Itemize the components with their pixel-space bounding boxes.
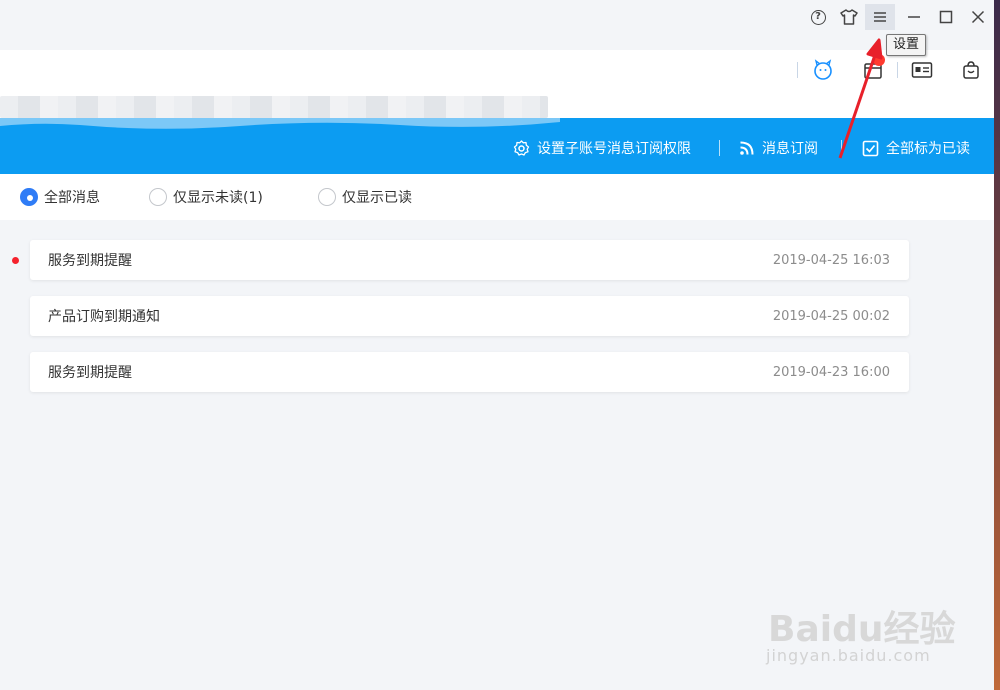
- maximize-icon: [939, 10, 953, 24]
- help-icon: ?: [810, 9, 826, 25]
- filter-unread-label: 仅显示未读(1): [173, 190, 263, 206]
- app-window: ? 设置子账号消息订阅权限 消息订阅 全部标为已读 全部消息 仅显示未读(1) …: [0, 0, 994, 690]
- message-time: 2019-04-25 16:03: [772, 252, 890, 268]
- wave-decoration: [0, 118, 560, 129]
- message-title: 服务到期提醒: [48, 365, 132, 381]
- filter-read-radio[interactable]: 仅显示已读: [318, 186, 412, 208]
- action-divider: [841, 140, 842, 156]
- gear-icon: [513, 139, 530, 156]
- mascot-button[interactable]: [812, 59, 834, 81]
- mark-all-read-button[interactable]: 全部标为已读: [862, 137, 970, 159]
- action-divider: [719, 140, 720, 156]
- blurred-account-info: [0, 96, 548, 118]
- message-time: 2019-04-25 00:02: [772, 308, 890, 324]
- message-title: 服务到期提醒: [48, 253, 132, 269]
- id-card-icon: [911, 62, 933, 78]
- id-card-button[interactable]: [911, 59, 933, 81]
- close-icon: [971, 10, 985, 24]
- tshirt-icon: [840, 9, 858, 25]
- settings-tooltip: 设置: [886, 34, 927, 56]
- message-item[interactable]: 服务到期提醒 2019-04-23 16:00: [30, 352, 909, 392]
- shopping-bag-button[interactable]: [960, 59, 982, 81]
- checkbox-icon: [862, 140, 879, 156]
- minimize-button[interactable]: [899, 4, 929, 30]
- settings-menu-button[interactable]: [865, 4, 895, 30]
- radio-unchecked-icon: [149, 188, 167, 206]
- rss-icon: [740, 141, 754, 155]
- filter-unread-radio[interactable]: 仅显示未读(1): [149, 186, 263, 208]
- filter-all-radio[interactable]: 全部消息: [20, 186, 100, 208]
- notification-badge: [873, 54, 885, 66]
- skin-button[interactable]: [834, 4, 864, 30]
- maximize-button[interactable]: [931, 4, 961, 30]
- subaccount-subscription-settings-button[interactable]: 设置子账号消息订阅权限: [513, 137, 691, 159]
- header-panel: [0, 50, 994, 126]
- help-button[interactable]: ?: [803, 4, 833, 30]
- header-divider: [797, 62, 798, 78]
- filter-read-label: 仅显示已读: [342, 190, 412, 206]
- mark-all-read-label: 全部标为已读: [886, 141, 970, 157]
- shopping-bag-icon: [963, 61, 979, 79]
- header-divider: [897, 62, 898, 78]
- message-time: 2019-04-23 16:00: [772, 364, 890, 380]
- minimize-icon: [908, 16, 920, 18]
- radio-unchecked-icon: [318, 188, 336, 206]
- mascot-face-icon: [814, 59, 832, 80]
- close-button[interactable]: [963, 4, 993, 30]
- unread-indicator: [12, 257, 19, 264]
- message-subscription-button[interactable]: 消息订阅: [739, 137, 818, 159]
- message-title: 产品订购到期通知: [48, 309, 160, 325]
- message-subscription-label: 消息订阅: [762, 141, 818, 157]
- baidu-watermark-url: jingyan.baidu.com: [766, 646, 931, 665]
- message-item[interactable]: 产品订购到期通知 2019-04-25 00:02: [30, 296, 909, 336]
- filter-all-label: 全部消息: [44, 190, 100, 206]
- subaccount-settings-label: 设置子账号消息订阅权限: [537, 141, 691, 157]
- baidu-watermark: Baidu经验: [768, 609, 956, 650]
- message-item[interactable]: 服务到期提醒 2019-04-25 16:03: [30, 240, 909, 280]
- radio-checked-icon: [20, 188, 38, 206]
- hamburger-menu-icon: [874, 12, 886, 22]
